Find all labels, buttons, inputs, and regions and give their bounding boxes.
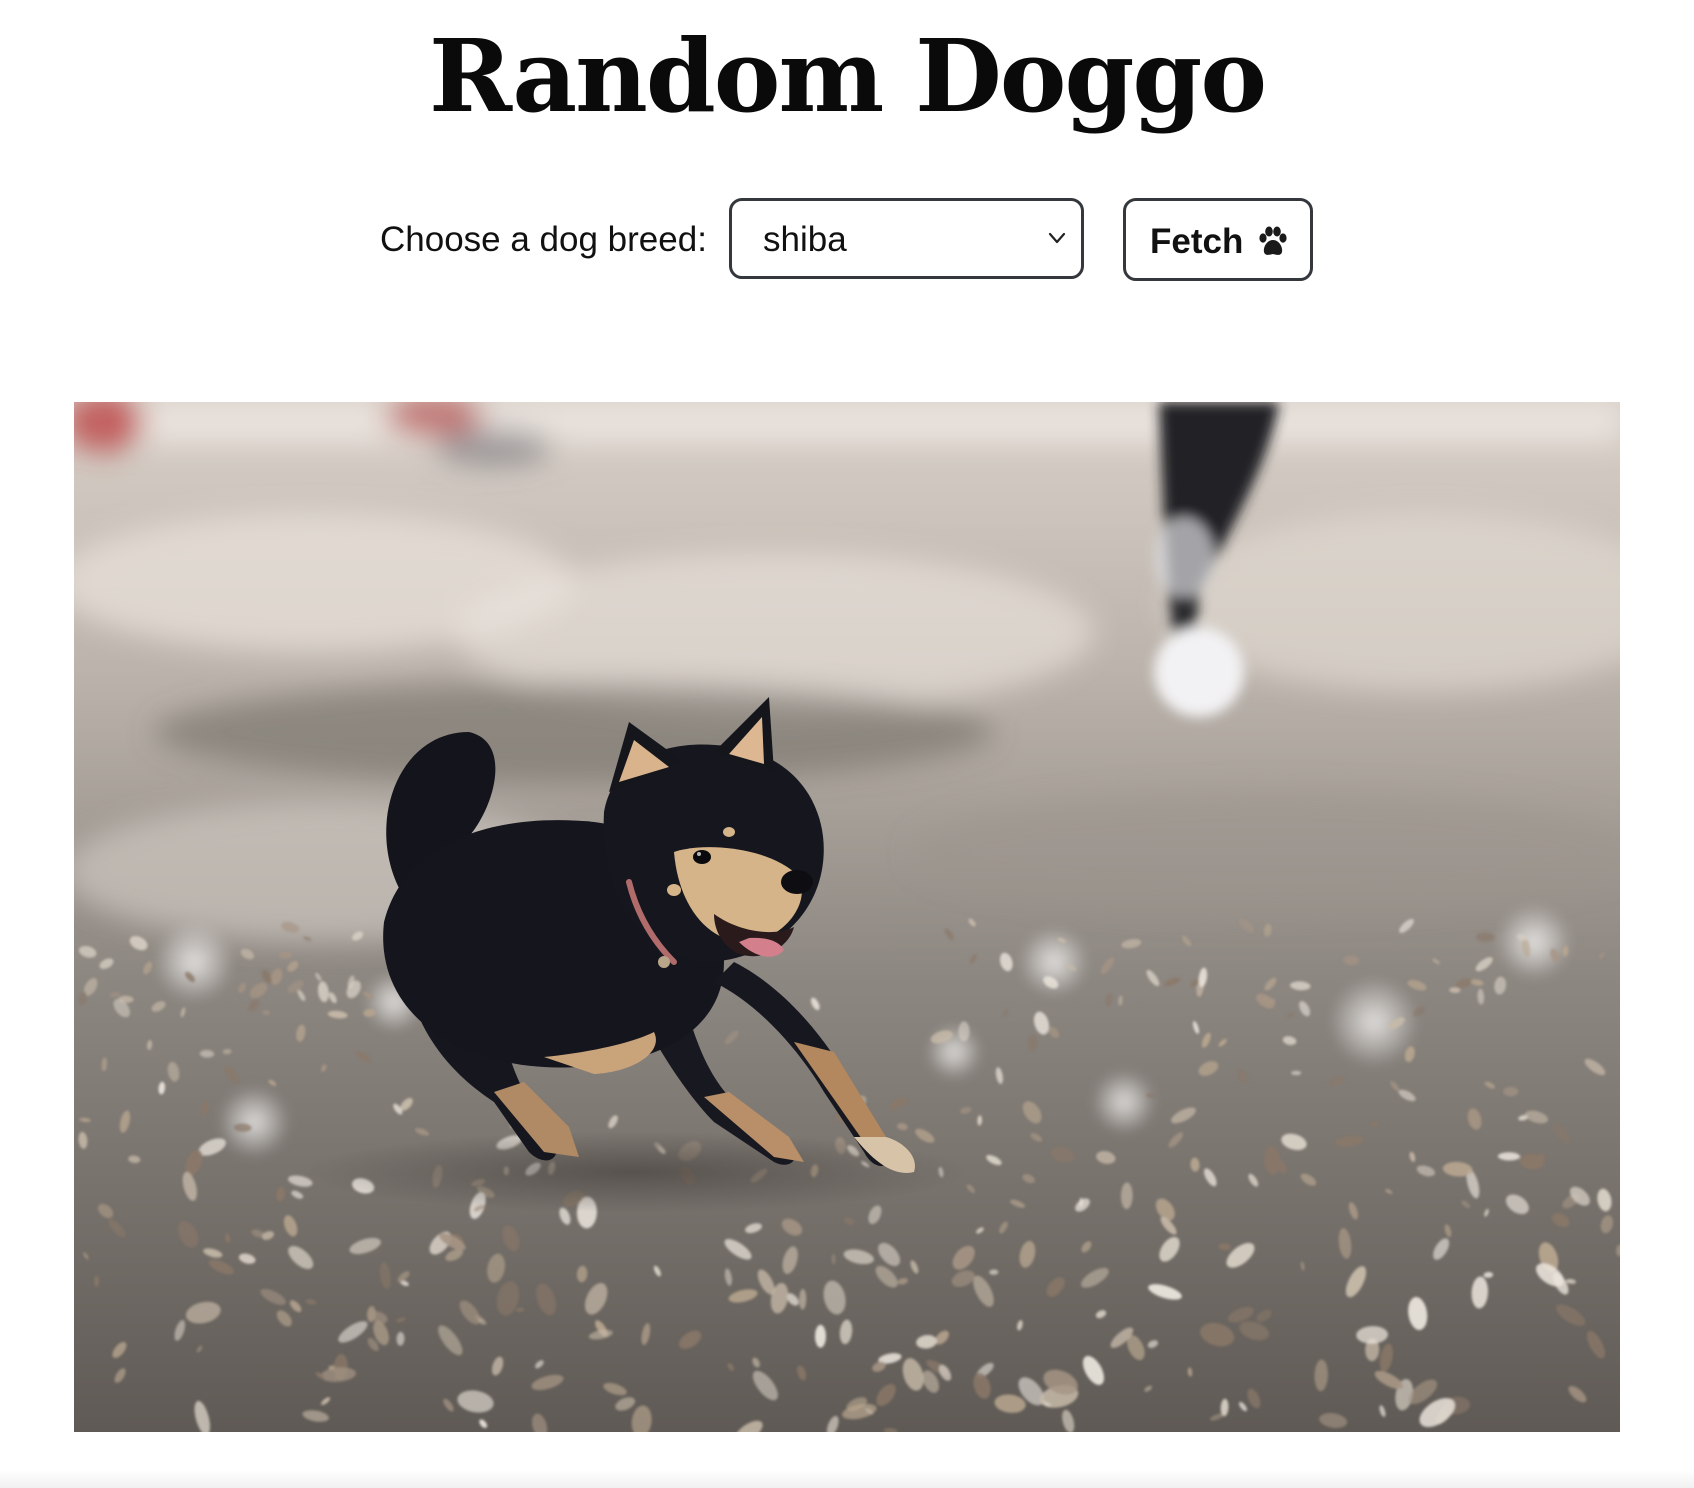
dog-photo-image [74, 402, 1620, 1432]
leaf-speck [958, 1021, 970, 1042]
page-title: Random Doggo [428, 17, 1267, 135]
breed-controls: Choose a dog breed: shiba Fetch [0, 198, 1694, 282]
paw-icon [1259, 226, 1287, 255]
breed-label: Choose a dog breed: [380, 220, 707, 259]
leaf-speck [1291, 1070, 1302, 1076]
leaf-speck [815, 1324, 826, 1348]
fetch-button-label: Fetch [1150, 222, 1244, 261]
leaf-speck [1503, 1086, 1519, 1097]
breed-select-value: shiba [763, 220, 847, 259]
fetch-button[interactable]: Fetch [1123, 198, 1313, 281]
chevron-down-icon [1048, 232, 1066, 244]
breed-select[interactable]: shiba [729, 198, 1084, 279]
bottom-edge [0, 1470, 1694, 1488]
dog-photo [74, 402, 1620, 1432]
